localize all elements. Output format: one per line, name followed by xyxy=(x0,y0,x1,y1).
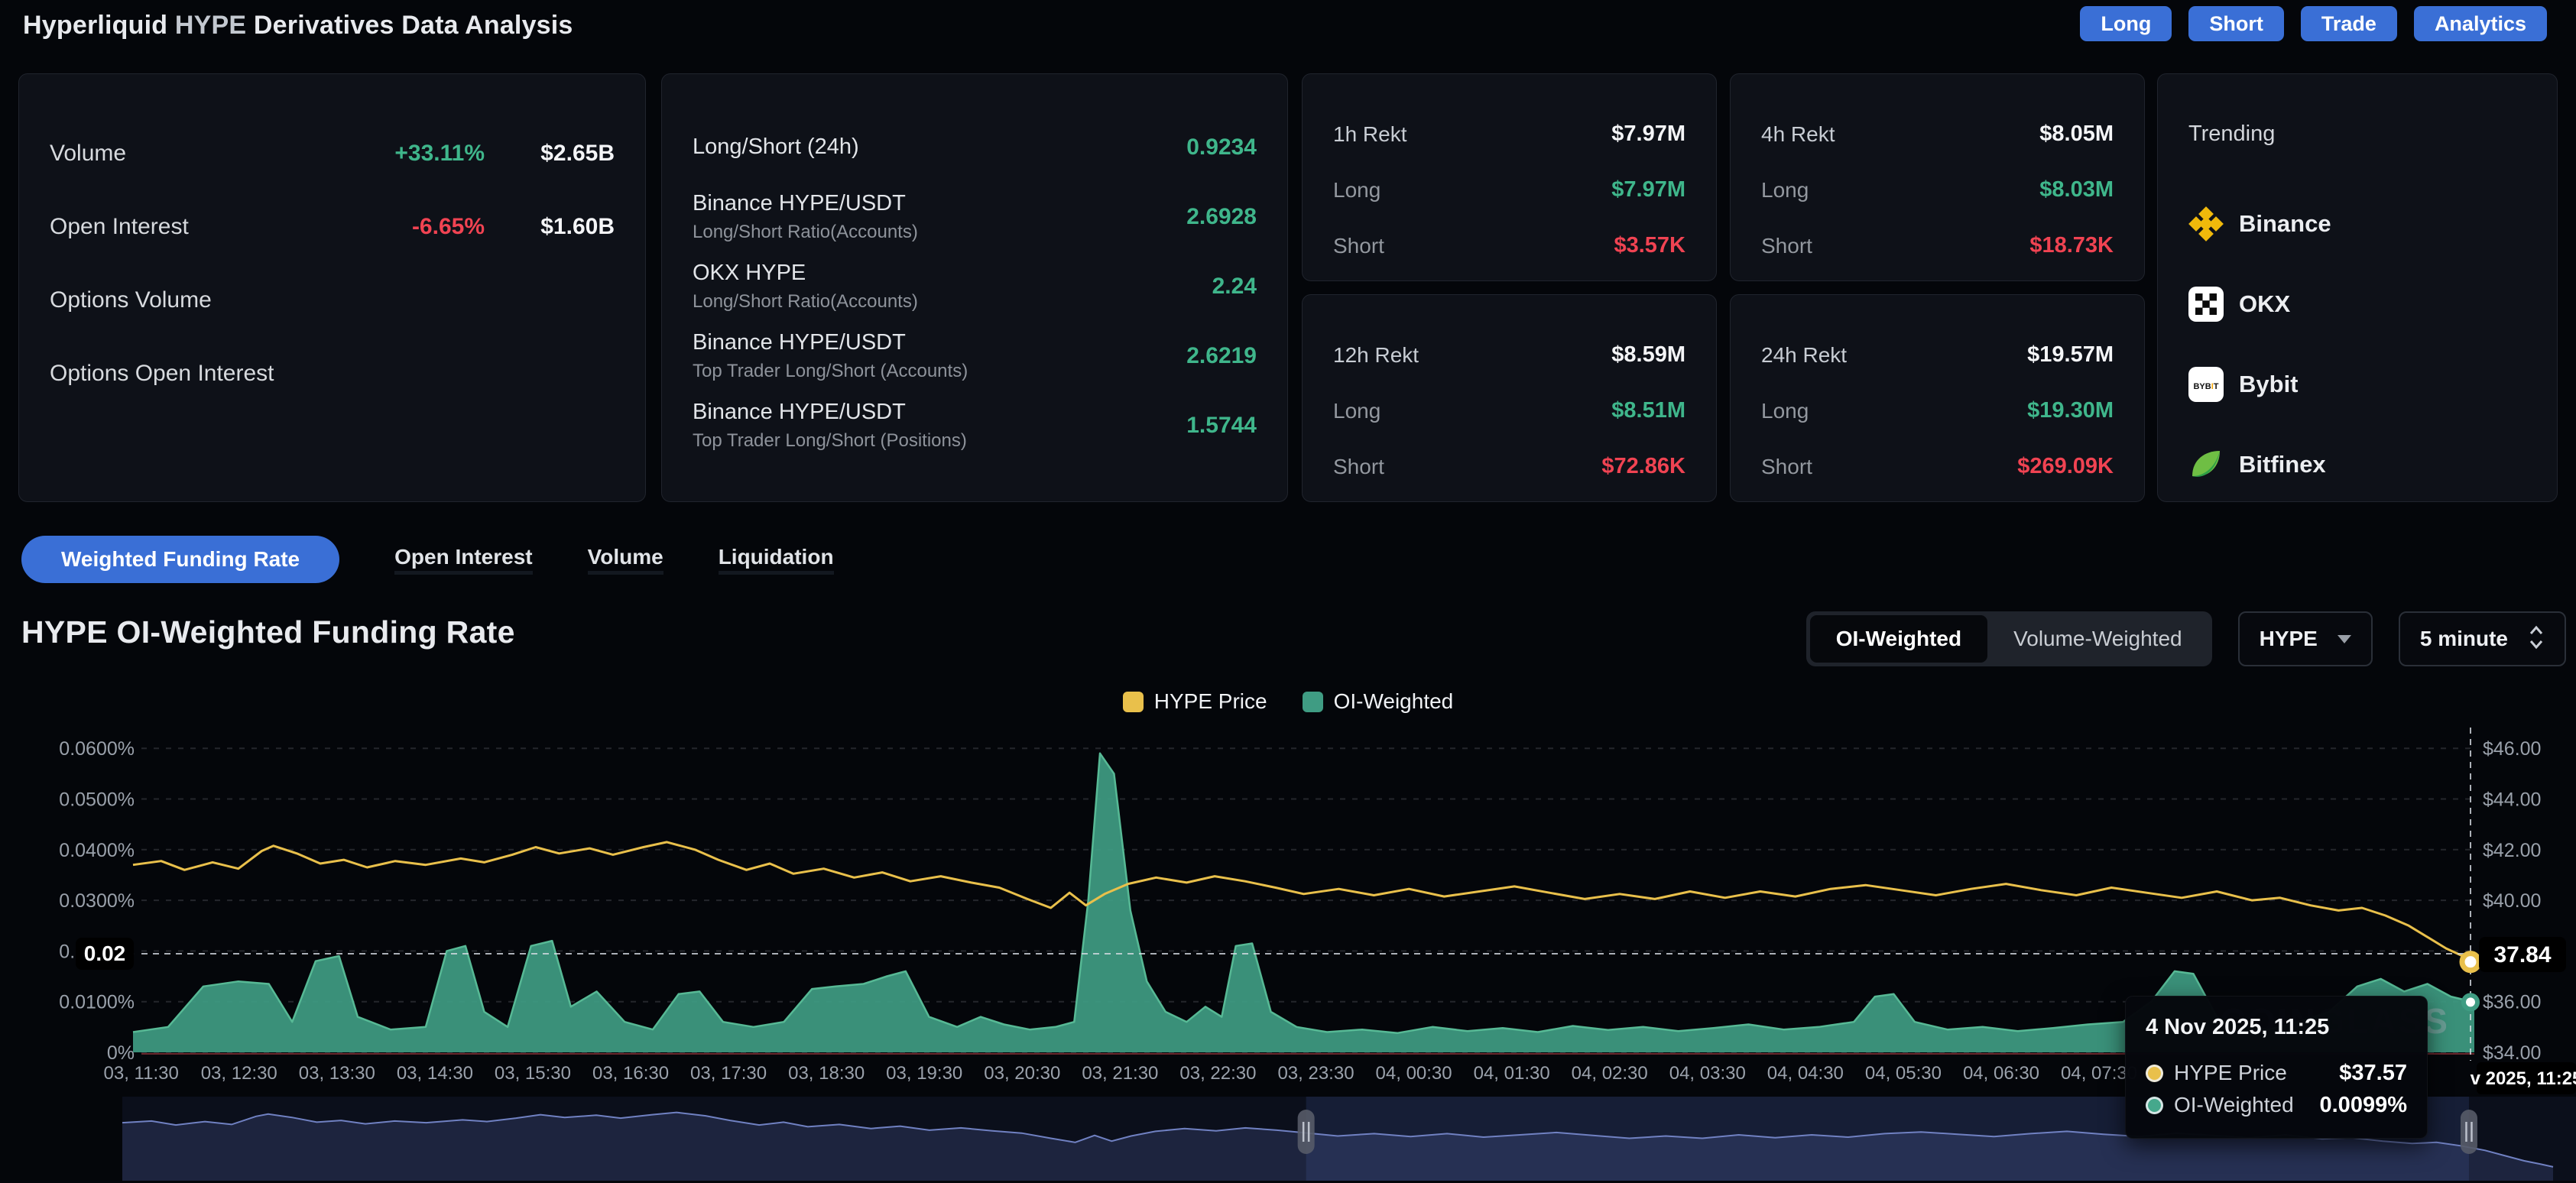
svg-text:03, 14:30: 03, 14:30 xyxy=(397,1063,473,1084)
svg-text:03, 20:30: 03, 20:30 xyxy=(984,1063,1060,1084)
svg-text:04, 02:30: 04, 02:30 xyxy=(1572,1063,1648,1084)
svg-text:03, 23:30: 03, 23:30 xyxy=(1277,1063,1354,1084)
svg-text:$44.00: $44.00 xyxy=(2483,789,2541,811)
svg-text:0.0100%: 0.0100% xyxy=(59,992,135,1013)
legend-label: OI-Weighted xyxy=(1334,689,1454,714)
tooltip-row: OI-Weighted 0.0099% xyxy=(2146,1089,2407,1121)
svg-text:$36.00: $36.00 xyxy=(2483,992,2541,1013)
tooltip-label: HYPE Price xyxy=(2174,1061,2328,1085)
legend-item-hype-price[interactable]: HYPE Price xyxy=(1123,689,1267,714)
svg-text:$42.00: $42.00 xyxy=(2483,840,2541,861)
svg-text:03, 13:30: 03, 13:30 xyxy=(299,1063,375,1084)
svg-text:0.0500%: 0.0500% xyxy=(59,789,135,811)
svg-text:03, 11:30: 03, 11:30 xyxy=(104,1063,179,1084)
svg-text:$34.00: $34.00 xyxy=(2483,1042,2541,1064)
svg-text:v 2025, 11:25: v 2025, 11:25 xyxy=(2471,1068,2576,1089)
oi-weighted-dot-icon xyxy=(2146,1097,2163,1114)
navigator-right-handle[interactable] xyxy=(2461,1110,2477,1154)
svg-text:04, 05:30: 04, 05:30 xyxy=(1865,1063,1942,1084)
hype-price-dot-icon xyxy=(2146,1065,2163,1082)
oi-weighted-swatch xyxy=(1303,692,1323,712)
svg-text:0.0400%: 0.0400% xyxy=(59,840,135,861)
svg-text:04, 06:30: 04, 06:30 xyxy=(1963,1063,2039,1084)
navigator-left-handle[interactable] xyxy=(1298,1110,1315,1154)
svg-text:03, 18:30: 03, 18:30 xyxy=(788,1063,865,1084)
svg-text:04, 00:30: 04, 00:30 xyxy=(1376,1063,1452,1084)
chart-tooltip: 4 Nov 2025, 11:25 HYPE Price $37.57 OI-W… xyxy=(2125,996,2428,1139)
svg-text:0.02: 0.02 xyxy=(84,942,126,965)
svg-text:04, 04:30: 04, 04:30 xyxy=(1767,1063,1844,1084)
tooltip-label: OI-Weighted xyxy=(2174,1093,2309,1117)
svg-text:03, 16:30: 03, 16:30 xyxy=(592,1063,669,1084)
svg-text:03, 21:30: 03, 21:30 xyxy=(1082,1063,1158,1084)
legend-label: HYPE Price xyxy=(1154,689,1267,714)
hyperliquid-derivatives-dashboard: Hyperliquid HYPE Derivatives Data Analys… xyxy=(0,0,2576,1183)
svg-text:0.0300%: 0.0300% xyxy=(59,890,135,912)
hype-price-swatch xyxy=(1123,692,1144,712)
svg-text:0.0600%: 0.0600% xyxy=(59,738,135,760)
svg-text:$40.00: $40.00 xyxy=(2483,890,2541,912)
svg-text:03, 15:30: 03, 15:30 xyxy=(495,1063,571,1084)
svg-text:03, 22:30: 03, 22:30 xyxy=(1179,1063,1256,1084)
svg-text:0%: 0% xyxy=(107,1042,135,1064)
svg-text:04, 03:30: 04, 03:30 xyxy=(1669,1063,1746,1084)
legend-item-oi-weighted[interactable]: OI-Weighted xyxy=(1303,689,1454,714)
chart-legend: HYPE Price OI-Weighted xyxy=(0,689,2576,714)
svg-text:03, 19:30: 03, 19:30 xyxy=(886,1063,962,1084)
tooltip-value: 0.0099% xyxy=(2320,1093,2408,1118)
tooltip-row: HYPE Price $37.57 xyxy=(2146,1057,2407,1089)
svg-text:$46.00: $46.00 xyxy=(2483,738,2541,760)
svg-text:03, 12:30: 03, 12:30 xyxy=(201,1063,277,1084)
tooltip-title: 4 Nov 2025, 11:25 xyxy=(2146,1015,2407,1040)
tooltip-value: $37.57 xyxy=(2339,1061,2407,1086)
svg-text:37.84: 37.84 xyxy=(2493,942,2551,967)
svg-text:04, 01:30: 04, 01:30 xyxy=(1474,1063,1550,1084)
svg-text:03, 17:30: 03, 17:30 xyxy=(690,1063,767,1084)
